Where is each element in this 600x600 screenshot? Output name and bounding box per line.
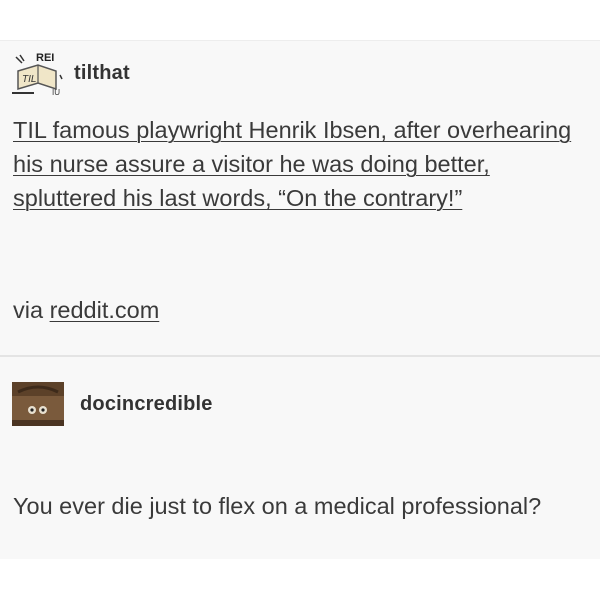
reply-body: You ever die just to flex on a medical p… xyxy=(13,493,542,519)
source-link[interactable]: reddit.com xyxy=(50,297,160,323)
user-avatar-icon[interactable] xyxy=(10,380,66,428)
til-logo-icon[interactable]: TIL REI IU xyxy=(10,49,66,97)
reply-post: docincredible You ever die just to flex … xyxy=(0,357,600,559)
via-label: via xyxy=(13,297,44,323)
avatar-graphic xyxy=(12,382,64,426)
post-username[interactable]: tilthat xyxy=(74,62,130,85)
post-header: docincredible xyxy=(10,380,213,428)
post-header: TIL REI IU tilthat xyxy=(10,49,130,97)
svg-text:REI: REI xyxy=(36,52,54,64)
dashboard-feed: TIL REI IU tilthat TIL famous playwright… xyxy=(0,40,600,559)
source-line: via reddit.com xyxy=(13,293,159,327)
til-logo-graphic: TIL REI IU xyxy=(10,49,66,97)
post-username[interactable]: docincredible xyxy=(80,393,213,416)
post-body: TIL famous playwright Henrik Ibsen, afte… xyxy=(13,113,588,215)
reblogged-post: TIL REI IU tilthat TIL famous playwright… xyxy=(0,41,600,355)
svg-text:IU: IU xyxy=(52,88,60,97)
svg-text:TIL: TIL xyxy=(22,74,36,85)
post-title-link[interactable]: TIL famous playwright Henrik Ibsen, afte… xyxy=(13,117,571,211)
